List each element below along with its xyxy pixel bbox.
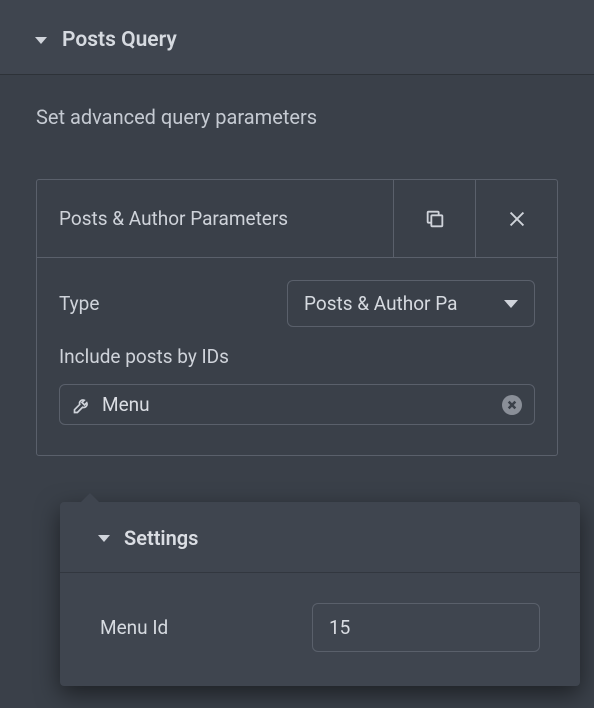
include-ids-label: Include posts by IDs (59, 345, 535, 368)
caret-down-icon (98, 535, 110, 542)
chip-value: Menu (102, 393, 492, 416)
close-icon (507, 400, 517, 410)
popover-title: Settings (124, 526, 198, 550)
include-ids-input[interactable]: Menu (59, 384, 535, 425)
menu-id-input[interactable] (312, 603, 540, 652)
type-label: Type (59, 292, 99, 315)
type-select[interactable]: Posts & Author Pa (287, 280, 535, 327)
section-body: Set advanced query parameters Posts & Au… (0, 75, 594, 456)
remove-button[interactable] (475, 180, 557, 257)
close-icon (506, 208, 528, 230)
clear-chip-button[interactable] (502, 395, 522, 415)
parameters-panel: Posts & Author Parameters Type Posts & A… (36, 179, 558, 456)
duplicate-button[interactable] (393, 180, 475, 257)
copy-icon (424, 208, 446, 230)
wrench-icon (72, 395, 92, 415)
caret-down-icon (504, 300, 518, 308)
section-title: Posts Query (62, 28, 177, 52)
menu-id-label: Menu Id (100, 616, 168, 639)
panel-body: Type Posts & Author Pa Include posts by … (37, 258, 557, 455)
popover-header[interactable]: Settings (60, 502, 580, 573)
caret-down-icon (35, 37, 47, 44)
section-description: Set advanced query parameters (36, 105, 558, 129)
popover-body: Menu Id (60, 573, 580, 686)
settings-popover: Settings Menu Id (60, 502, 580, 686)
type-select-value: Posts & Author Pa (304, 292, 457, 315)
panel-header: Posts & Author Parameters (37, 180, 557, 258)
section-header[interactable]: Posts Query (0, 0, 594, 75)
type-row: Type Posts & Author Pa (59, 280, 535, 327)
panel-title: Posts & Author Parameters (37, 180, 393, 257)
